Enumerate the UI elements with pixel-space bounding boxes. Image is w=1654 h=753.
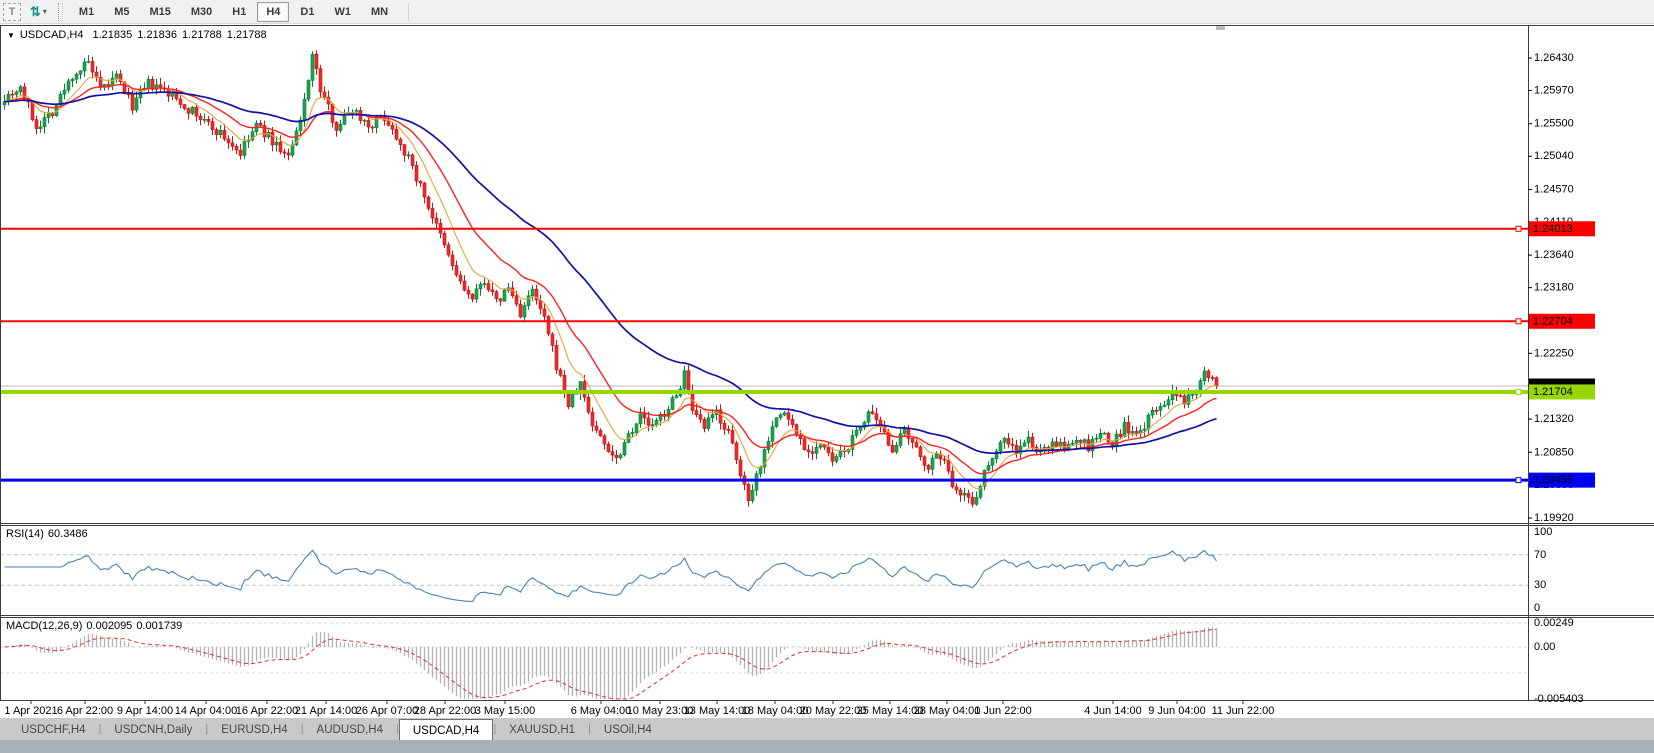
price-axis-tick: 1.23640 (1534, 249, 1574, 261)
price-axis-tick: 1.23180 (1534, 282, 1574, 294)
time-axis-label: 6 May 04:00 (571, 705, 632, 717)
chart-tab-usdchf-h4[interactable]: USDCHF,H4 (8, 718, 99, 740)
chart-tab-usdcnh-daily[interactable]: USDCNH,Daily (101, 718, 205, 740)
timeframe-button-d1[interactable]: D1 (291, 2, 323, 22)
price-axis-tick: 1.20850 (1534, 446, 1574, 458)
price-axis-tick: 1.25040 (1534, 150, 1574, 162)
chart-tab-audusd-h4[interactable]: AUDUSD,H4 (304, 718, 396, 740)
rsi-name: RSI(14) (6, 528, 44, 540)
timeframe-button-m30[interactable]: M30 (182, 2, 221, 22)
rsi-scale-tick: 70 (1534, 549, 1546, 561)
time-axis-label: 26 Apr 07:00 (356, 705, 418, 717)
macd-label: MACD(12,26,9) 0.002095 0.001739 (6, 620, 186, 632)
time-axis-label: 13 May 14:00 (684, 705, 751, 717)
support-line-green-pill-text: 1.21704 (1533, 386, 1573, 398)
text-tool-button[interactable]: T (3, 3, 21, 21)
chart-tabbar: USDCHF,H4|USDCNH,Daily|EURUSD,H4|AUDUSD,… (0, 718, 1654, 740)
support-line-blue-pill-text: 1.20456 (1533, 474, 1573, 486)
macd-main-value: 0.002095 (86, 620, 132, 632)
timeframe-button-m15[interactable]: M15 (140, 2, 179, 22)
toolbar-separator (408, 3, 409, 21)
macd-scale-tick: 0.00 (1534, 641, 1555, 653)
chart-scroll-thumb[interactable] (1216, 26, 1225, 30)
time-axis-label: 14 Apr 04:00 (175, 705, 237, 717)
support-line-blue-handle[interactable] (1516, 478, 1521, 483)
resistance-line-upper-handle[interactable] (1516, 226, 1521, 231)
price-axis-tick: 1.25500 (1534, 118, 1574, 130)
chart-tab-xauusd-h1[interactable]: XAUUSD,H1 (496, 718, 588, 740)
rsi-scale-tick: 100 (1534, 526, 1552, 538)
resistance-line-lower-pill-text: 1.22704 (1533, 315, 1573, 327)
dropdown-caret-icon: ▾ (43, 7, 47, 16)
timeframe-button-m5[interactable]: M5 (105, 2, 138, 22)
time-axis-label: 28 Apr 22:00 (414, 705, 476, 717)
ohlc-close: 1.21788 (227, 29, 267, 41)
resistance-line-lower-handle[interactable] (1516, 319, 1521, 324)
time-axis-label: 4 Jun 14:00 (1084, 705, 1142, 717)
time-axis-label: 9 Jun 04:00 (1148, 705, 1206, 717)
price-chart-canvas[interactable]: 1.264301.259701.255001.250401.245701.241… (0, 25, 1654, 718)
chart-tab-eurusd-h4[interactable]: EURUSD,H4 (208, 718, 300, 740)
arrows-tool-button[interactable]: ⇅ ▾ (27, 3, 50, 21)
arrows-icon: ⇅ (30, 5, 41, 18)
chart-tab-usdcad-h4[interactable]: USDCAD,H4 (399, 719, 493, 740)
ohlc-open: 1.21835 (93, 29, 133, 41)
time-axis-label: 18 May 04:00 (742, 705, 809, 717)
rsi-scale-tick: 0 (1534, 602, 1540, 614)
timeframe-group: M1M5M15M30H1H4D1W1MN (69, 2, 398, 22)
time-axis-label: 21 Apr 14:00 (295, 705, 357, 717)
timeframe-button-h4[interactable]: H4 (257, 2, 289, 22)
timeframe-button-m1[interactable]: M1 (70, 2, 103, 22)
macd-scale-tick: 0.00249 (1534, 617, 1574, 629)
resistance-line-upper-pill-text: 1.24013 (1533, 223, 1573, 235)
time-axis-label: 9 Apr 14:00 (117, 705, 173, 717)
chart-title: ▼ USDCAD,H4 1.21835 1.21836 1.21788 1.21… (7, 29, 272, 41)
price-axis-tick: 1.26430 (1534, 52, 1574, 64)
time-axis-label: 1 Jun 22:00 (974, 705, 1032, 717)
price-axis-tick: 1.19920 (1534, 512, 1574, 524)
time-axis-label: 1 Apr 2021 (4, 705, 57, 717)
macd-signal-value: 0.001739 (136, 620, 182, 632)
ohlc-high: 1.21836 (137, 29, 177, 41)
time-axis-label: 28 May 04:00 (914, 705, 981, 717)
chart-window: 1.264301.259701.255001.250401.245701.241… (0, 25, 1654, 718)
rsi-scale-tick: 30 (1534, 579, 1546, 591)
chart-tab-usoil-h4[interactable]: USOil,H4 (591, 718, 665, 740)
price-axis-tick: 1.25970 (1534, 85, 1574, 97)
support-line-green-handle[interactable] (1516, 389, 1521, 394)
rsi-value: 60.3486 (48, 528, 88, 540)
timeframe-button-w1[interactable]: W1 (325, 2, 360, 22)
price-axis-tick: 1.24570 (1534, 183, 1574, 195)
time-axis-label: 11 Jun 22:00 (1212, 705, 1275, 717)
price-axis-tick: 1.21320 (1534, 413, 1574, 425)
ohlc-low: 1.21788 (182, 29, 222, 41)
chart-collapse-icon[interactable]: ▼ (7, 31, 15, 40)
time-axis-label: 16 Apr 22:00 (236, 705, 298, 717)
rsi-label: RSI(14) 60.3486 (6, 528, 92, 540)
top-toolbar: T ⇅ ▾ M1M5M15M30H1H4D1W1MN (0, 0, 1654, 24)
status-strip (0, 740, 1654, 753)
macd-scale-tick: -0.005403 (1534, 693, 1584, 705)
macd-name: MACD(12,26,9) (6, 620, 82, 632)
price-axis-tick: 1.22250 (1534, 347, 1574, 359)
toolbar-grip (58, 3, 63, 21)
chart-symbol-label: USDCAD,H4 (20, 29, 84, 41)
time-axis-label: 6 Apr 22:00 (57, 705, 113, 717)
timeframe-button-mn[interactable]: MN (362, 2, 397, 22)
timeframe-button-h1[interactable]: H1 (223, 2, 255, 22)
time-axis-label: 3 May 15:00 (475, 705, 536, 717)
